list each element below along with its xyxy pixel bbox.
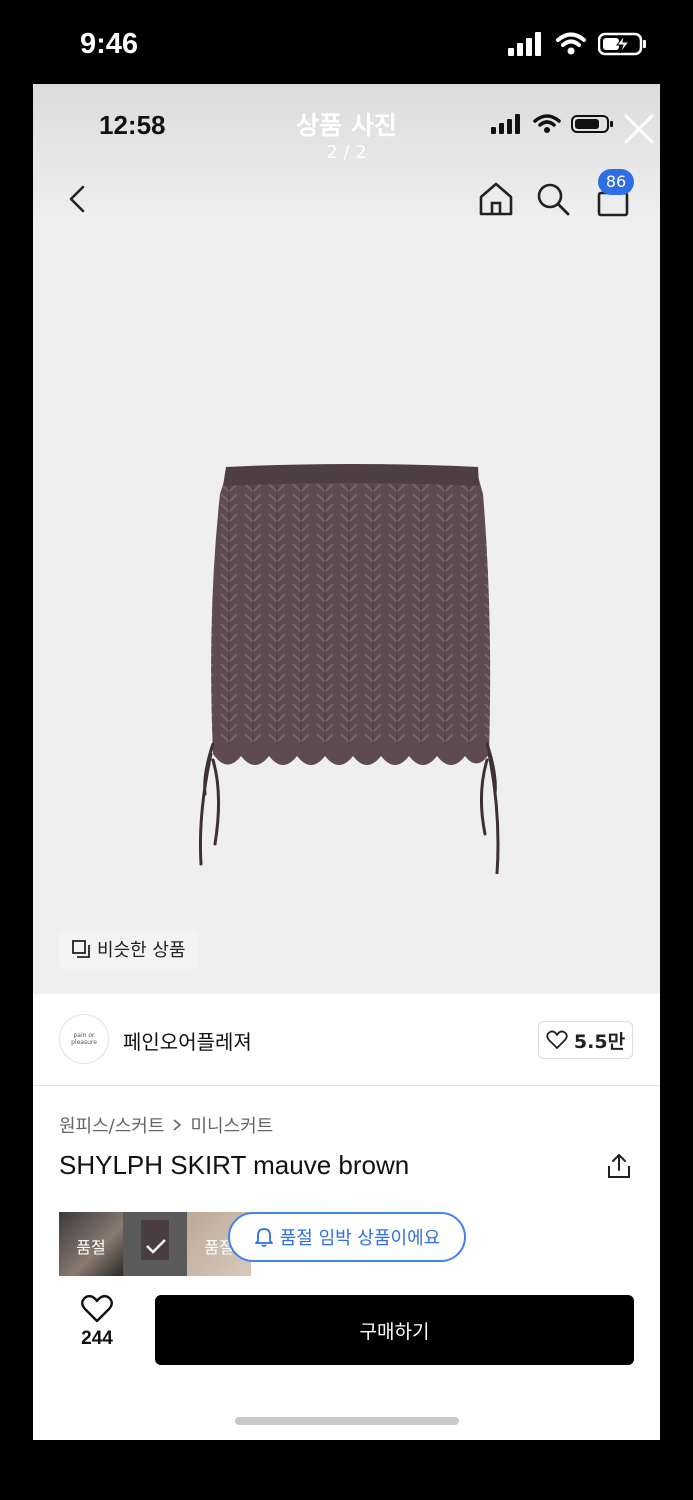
photo-counter: 2 / 2 <box>326 142 367 163</box>
option-thumbnail-selected[interactable] <box>123 1212 187 1276</box>
brand-name[interactable]: 페인오어플레져 <box>123 1026 252 1055</box>
share-icon[interactable] <box>605 1152 633 1180</box>
brand-logo[interactable]: pain or pleasure <box>59 1014 109 1064</box>
buy-button[interactable]: 구매하기 <box>155 1295 634 1365</box>
similar-products-button[interactable]: 비슷한 상품 <box>59 929 198 969</box>
signal-icon <box>508 32 541 56</box>
chevron-right-icon <box>173 1119 182 1131</box>
outer-status-icons <box>508 32 648 56</box>
copy-icon <box>72 940 90 958</box>
brand-like-button[interactable]: 5.5만 <box>538 1021 633 1059</box>
wishlist-count: 244 <box>81 1328 113 1349</box>
bell-icon <box>254 1228 273 1247</box>
check-icon <box>141 1220 169 1260</box>
wifi-icon <box>533 114 561 133</box>
low-stock-text: 품절 임박 상품이에요 <box>279 1228 441 1249</box>
breadcrumb: 원피스/스커트 미니스커트 <box>59 1112 273 1138</box>
wishlist-button[interactable]: 244 <box>69 1294 125 1354</box>
outer-time: 9:46 <box>80 28 139 60</box>
cart-count-badge: 86 <box>598 169 634 195</box>
back-icon[interactable] <box>63 179 95 219</box>
breadcrumb-subcategory[interactable]: 미니스커트 <box>190 1112 273 1138</box>
sold-out-label: 품절 <box>76 1238 106 1257</box>
skirt-image[interactable] <box>193 464 509 874</box>
breadcrumb-category[interactable]: 원피스/스커트 <box>59 1112 164 1138</box>
product-name: SHYLPH SKIRT mauve brown <box>59 1150 410 1180</box>
home-indicator[interactable] <box>235 1417 459 1425</box>
brand-logo-text: pain or pleasure <box>71 1032 97 1046</box>
heart-icon <box>81 1294 113 1323</box>
brand-row[interactable]: pain or pleasure 페인오어플레져 5.5만 <box>33 994 660 1086</box>
similar-products-label: 비슷한 상품 <box>97 940 186 961</box>
signal-icon <box>491 114 520 134</box>
outer-status-bar: 9:46 <box>0 0 693 84</box>
wifi-icon <box>556 32 586 55</box>
low-stock-toast[interactable]: 품절 임박 상품이에요 <box>228 1212 466 1262</box>
home-icon[interactable] <box>476 179 516 219</box>
option-thumbnail[interactable]: 품절 <box>59 1212 123 1276</box>
close-icon[interactable] <box>621 111 657 147</box>
battery-icon <box>571 115 613 133</box>
top-nav: 86 <box>33 169 660 227</box>
inner-status-icons <box>491 114 615 134</box>
search-icon[interactable] <box>533 179 573 219</box>
battery-icon <box>598 32 646 56</box>
brand-like-count: 5.5만 <box>573 1030 626 1053</box>
bottom-action-bar: 244 구매하기 <box>33 1280 660 1380</box>
app-screen: 12:58 상품 사진 2 / 2 86 비슷한 상품 pain or plea… <box>33 84 660 1440</box>
heart-icon <box>546 1030 568 1049</box>
option-thumbnails: 품절 품절 <box>59 1212 251 1276</box>
product-photo-viewer: 12:58 상품 사진 2 / 2 86 비슷한 상품 <box>33 84 660 994</box>
